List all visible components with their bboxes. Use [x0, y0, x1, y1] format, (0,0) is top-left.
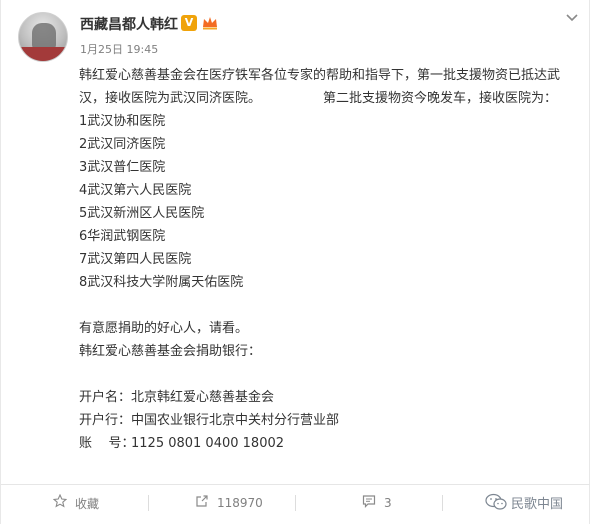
weibo-post-card: 西藏昌都人韩红 V 1月25日 19:45 韩红爱心慈善基金会在医疗铁军各位专家… — [0, 0, 590, 524]
account-number-row: 账 号：1125 0801 0400 18002 — [79, 432, 579, 455]
hospital-item: 7武汉第四人民医院 — [79, 252, 192, 267]
favorite-label: 收藏 — [75, 496, 100, 511]
donation-call: 有意愿捐助的好心人，请看。 — [79, 321, 249, 336]
wechat-icon — [485, 493, 507, 511]
avatar-stripe — [19, 47, 67, 61]
account-name-row: 开户名：北京韩红爱心慈善基金会 — [79, 386, 579, 409]
verified-v-icon[interactable]: V — [181, 15, 197, 31]
repost-button[interactable]: 118970 — [193, 487, 263, 519]
hospital-item: 5武汉新洲区人民医院 — [79, 206, 205, 221]
hospital-item: 4武汉第六人民医院 — [79, 183, 192, 198]
hospital-item: 6华润武钢医院 — [79, 229, 166, 244]
favorite-button[interactable]: 收藏 — [51, 487, 99, 519]
avatar[interactable] — [18, 12, 68, 62]
account-name-label: 开户名： — [79, 390, 132, 405]
watermark-text: 民歌中国 — [511, 496, 564, 512]
hospital-item: 2武汉同济医院 — [79, 137, 166, 152]
paragraph-part-2: 第二批支援物资今晚发车，接收医院为： — [323, 91, 558, 106]
vip-crown-icon[interactable] — [201, 15, 219, 31]
bank-value: 中国农业银行北京中关村分行营业部 — [131, 413, 340, 428]
account-name-value: 北京韩红爱心慈善基金会 — [131, 390, 275, 405]
repost-icon — [193, 494, 211, 512]
action-separator — [148, 495, 149, 511]
hospital-item: 3武汉普仁医院 — [79, 160, 166, 175]
username[interactable]: 西藏昌都人韩红 — [80, 14, 178, 34]
post-paragraph: 韩红爱心慈善基金会在医疗铁军各位专家的帮助和指导下，第一批支援物资已抵达武汉，接… — [79, 64, 579, 110]
watermark: 民歌中国 — [485, 489, 563, 515]
hospital-item: 1武汉协和医院 — [79, 114, 166, 129]
chevron-down-icon[interactable] — [563, 10, 581, 28]
account-number-label: 账 号： — [79, 436, 135, 451]
post-content: 韩红爱心慈善基金会在医疗铁军各位专家的帮助和指导下，第一批支援物资已抵达武汉，接… — [79, 64, 579, 455]
comment-count: 3 — [384, 496, 392, 510]
comment-icon — [360, 494, 378, 512]
star-icon — [51, 493, 69, 512]
repost-count: 118970 — [217, 496, 263, 510]
hospital-item: 8武汉科技大学附属天佑医院 — [79, 275, 244, 290]
post-timestamp[interactable]: 1月25日 19:45 — [80, 41, 158, 57]
comment-button[interactable]: 3 — [360, 487, 392, 519]
action-bar-divider — [1, 484, 590, 485]
avatar-figure — [32, 23, 56, 49]
action-separator — [295, 495, 296, 511]
action-separator — [442, 495, 443, 511]
account-number-value: 1125 0801 0400 18002 — [131, 436, 285, 451]
bank-label: 开户行： — [79, 413, 132, 428]
bank-heading: 韩红爱心慈善基金会捐助银行： — [79, 344, 262, 359]
bank-row: 开户行：中国农业银行北京中关村分行营业部 — [79, 409, 579, 432]
